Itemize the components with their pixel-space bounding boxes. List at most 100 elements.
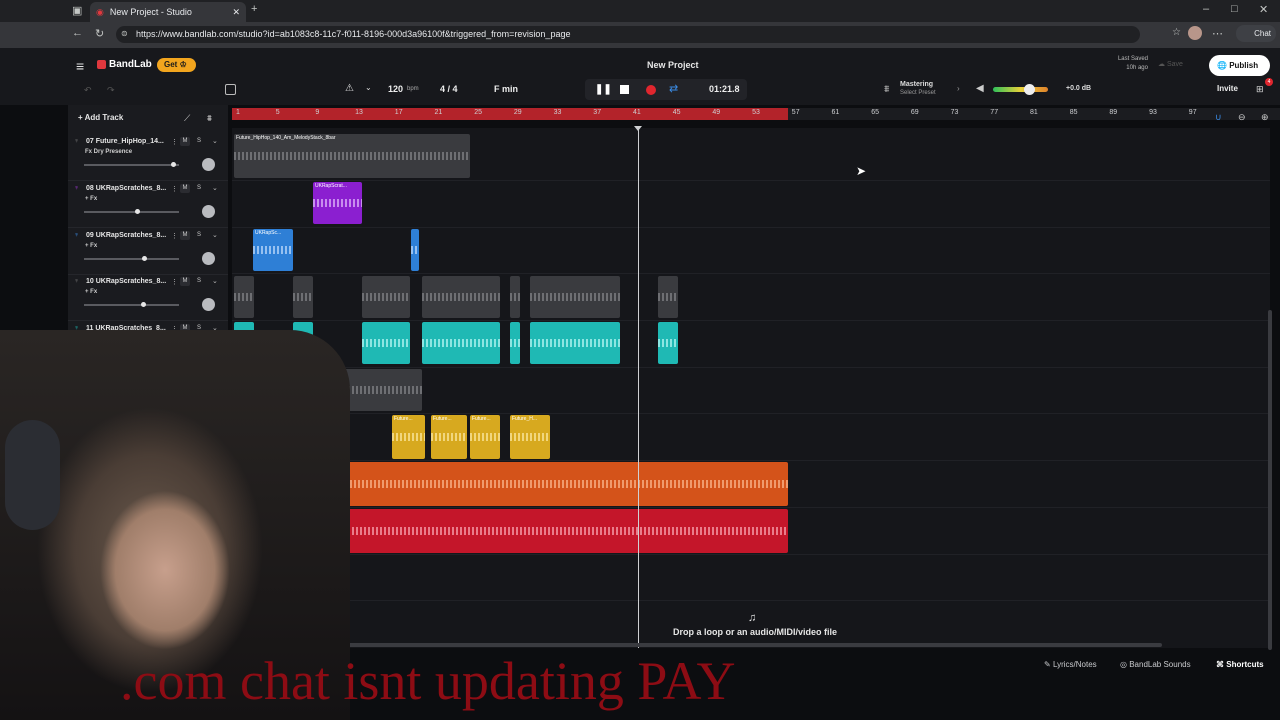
playhead[interactable]: [638, 128, 639, 648]
track-volume-knob[interactable]: [141, 256, 147, 261]
menu-icon[interactable]: ≡: [76, 58, 84, 74]
playhead-marker-icon[interactable]: [634, 126, 642, 131]
minimize-icon[interactable]: –: [1203, 3, 1209, 15]
reload-icon[interactable]: ↻: [95, 27, 104, 40]
mastering-icon[interactable]: ⩩: [884, 84, 889, 95]
track-name[interactable]: 10 UKRapScratches_8...: [86, 278, 166, 285]
audio-clip[interactable]: [422, 276, 500, 318]
metronome-dropdown-icon[interactable]: ⌄: [365, 83, 372, 92]
audio-clip[interactable]: [362, 276, 410, 318]
audio-clip[interactable]: [510, 322, 520, 364]
track-volume-slider[interactable]: [84, 162, 179, 167]
track-header[interactable]: ♆ 08 UKRapScratches_8... ⋮ M S ⌄ + Fx: [68, 181, 228, 228]
more-icon[interactable]: ⋯: [1212, 27, 1223, 40]
audio-clip[interactable]: [293, 276, 313, 318]
track-menu-icon[interactable]: ⋮: [171, 138, 178, 146]
audio-clip[interactable]: [658, 276, 678, 318]
audio-clip[interactable]: [658, 322, 678, 364]
favorites-icon[interactable]: ☆: [1172, 27, 1181, 38]
bandlab-sounds-button[interactable]: ◎ BandLab Sounds: [1120, 660, 1191, 669]
mastering-preset[interactable]: Select Preset: [900, 90, 936, 96]
tab-actions-icon[interactable]: ▣: [72, 4, 82, 17]
solo-button[interactable]: S: [194, 137, 204, 146]
audio-clip[interactable]: Future...: [431, 415, 467, 459]
stop-icon[interactable]: [620, 85, 629, 94]
expand-chevron-icon[interactable]: ⌄: [212, 184, 218, 192]
fx-label[interactable]: + Fx: [85, 289, 97, 295]
audio-clip[interactable]: [312, 509, 788, 553]
master-volume-icon[interactable]: ◀: [976, 83, 984, 94]
loop-icon[interactable]: ⇄: [669, 82, 678, 95]
metronome-icon[interactable]: ⚠: [345, 83, 354, 94]
expand-chevron-icon[interactable]: ⌄: [212, 231, 218, 239]
publish-button[interactable]: 🌐 Publish: [1209, 55, 1270, 76]
audio-clip[interactable]: Bay: [322, 462, 788, 506]
maximize-icon[interactable]: □: [1231, 3, 1238, 15]
track-volume-knob[interactable]: [135, 209, 141, 214]
site-info-icon[interactable]: ⊜: [121, 29, 128, 38]
mute-button[interactable]: M: [180, 184, 190, 193]
fx-label[interactable]: Fx Dry Presence: [85, 149, 132, 155]
audio-clip[interactable]: Future_HipHop_140_Am_MelodyStack_8bar: [234, 134, 470, 178]
time-signature[interactable]: 4 / 4: [440, 84, 458, 94]
master-volume-knob[interactable]: [1024, 84, 1035, 95]
mute-button[interactable]: M: [180, 231, 190, 240]
track-volume-slider[interactable]: [84, 209, 179, 214]
audio-clip[interactable]: UKRapScrat...: [313, 182, 362, 224]
audio-clip[interactable]: [362, 322, 410, 364]
mastering-chevron-icon[interactable]: ›: [957, 84, 960, 93]
audio-clip[interactable]: Future...: [470, 415, 500, 459]
audio-clip[interactable]: [411, 229, 419, 271]
add-track-button[interactable]: + Add Track: [78, 113, 123, 122]
audio-clip[interactable]: [510, 276, 520, 318]
new-tab-icon[interactable]: +: [251, 3, 257, 15]
horizontal-scrollbar[interactable]: [232, 643, 1162, 647]
browser-tab[interactable]: ◉ New Project - Studio ✕: [90, 2, 246, 22]
bpm-value[interactable]: 120: [388, 84, 403, 94]
pan-knob[interactable]: [202, 252, 215, 265]
save-button[interactable]: ☁ Save: [1158, 60, 1183, 68]
undo-icon[interactable]: ↶: [84, 85, 92, 96]
track-header[interactable]: ♆ 10 UKRapScratches_8... ⋮ M S ⌄ + Fx: [68, 274, 228, 321]
track-volume-slider[interactable]: [84, 302, 179, 307]
audio-clip[interactable]: [530, 322, 620, 364]
invite-button[interactable]: Invite: [1217, 84, 1238, 93]
gift-icon[interactable]: ⊞: [1256, 84, 1264, 95]
mute-button[interactable]: M: [180, 277, 190, 286]
fx-label[interactable]: + Fx: [85, 196, 97, 202]
solo-button[interactable]: S: [194, 231, 204, 240]
snap-icon[interactable]: ∪: [1215, 112, 1222, 123]
close-tab-icon[interactable]: ✕: [232, 7, 240, 18]
track-settings-icon[interactable]: ⩩: [207, 113, 212, 124]
zoom-out-icon[interactable]: ⊖: [1238, 112, 1246, 123]
record-icon[interactable]: [646, 85, 656, 95]
track-volume-knob[interactable]: [171, 162, 177, 167]
track-name[interactable]: 08 UKRapScratches_8...: [86, 185, 166, 192]
zoom-in-icon[interactable]: ⊕: [1261, 112, 1269, 123]
pan-knob[interactable]: [202, 298, 215, 311]
close-window-icon[interactable]: ✕: [1259, 3, 1268, 16]
key-selector[interactable]: F min: [494, 84, 518, 94]
mastering-label[interactable]: Mastering: [900, 81, 933, 88]
redo-icon[interactable]: ↷: [107, 85, 115, 96]
audio-clip[interactable]: Future...: [392, 415, 425, 459]
audio-clip[interactable]: [234, 276, 254, 318]
track-menu-icon[interactable]: ⋮: [171, 185, 178, 193]
track-menu-icon[interactable]: ⋮: [171, 278, 178, 286]
toggle-panel-icon[interactable]: [225, 84, 236, 95]
track-header[interactable]: ♆ 09 UKRapScratches_8... ⋮ M S ⌄ + Fx: [68, 228, 228, 275]
master-volume-slider[interactable]: [993, 84, 1048, 95]
solo-button[interactable]: S: [194, 277, 204, 286]
track-name[interactable]: 07 Future_HipHop_14...: [86, 138, 164, 145]
profile-avatar[interactable]: [1188, 26, 1202, 40]
expand-chevron-icon[interactable]: ⌄: [212, 137, 218, 145]
track-name[interactable]: 09 UKRapScratches_8...: [86, 232, 166, 239]
audio-clip[interactable]: Future_H...: [510, 415, 550, 459]
expand-chevron-icon[interactable]: ⌄: [212, 277, 218, 285]
audio-clip[interactable]: [530, 276, 620, 318]
mute-button[interactable]: M: [180, 137, 190, 146]
track-volume-slider[interactable]: [84, 256, 179, 261]
automation-icon[interactable]: ⟋: [184, 113, 190, 124]
vertical-scrollbar[interactable]: [1268, 310, 1272, 650]
track-menu-icon[interactable]: ⋮: [171, 232, 178, 240]
